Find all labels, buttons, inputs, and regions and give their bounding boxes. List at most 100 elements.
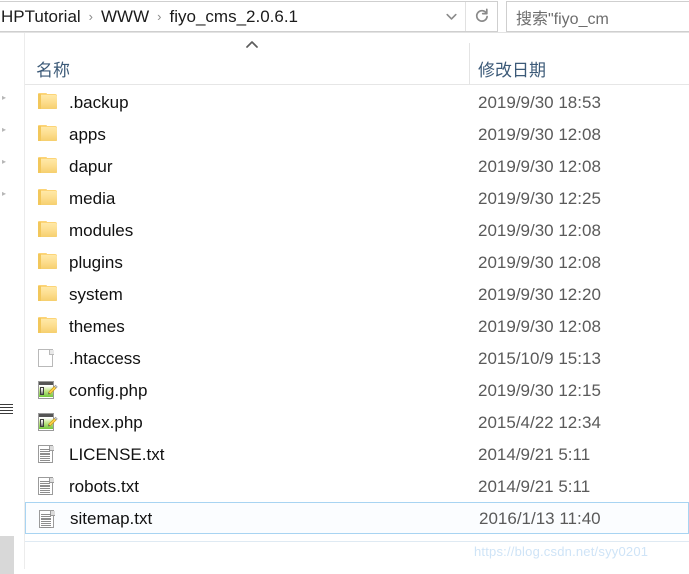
text-file-icon [38,477,55,496]
table-row[interactable]: robots.txt 2014/9/21 5:11 [25,470,689,502]
file-name: system [69,284,123,304]
breadcrumb-item[interactable]: fiyo_cms_2.0.6.1 [169,8,300,25]
breadcrumb-item[interactable]: HPTutorial [0,8,82,25]
text-file-icon [38,445,55,464]
column-header-name-label: 名称 [36,61,70,80]
folder-icon [38,157,58,174]
address-bar[interactable]: HPTutorial › WWW › fiyo_cms_2.0.6.1 [0,1,498,32]
folder-icon [38,93,58,110]
navigation-scrollbar-thumb[interactable] [0,536,14,574]
refresh-icon [475,8,488,22]
file-icon-cell [38,413,58,432]
folder-icon [38,285,58,302]
table-row[interactable]: LICENSE.txt 2014/9/21 5:11 [25,438,689,470]
file-name: themes [69,316,125,336]
table-row[interactable]: apps 2019/9/30 12:08 [25,118,689,150]
file-name: index.php [69,412,143,432]
table-row[interactable]: modules 2019/9/30 12:08 [25,214,689,246]
file-date-modified: 2019/9/30 12:08 [478,252,601,272]
file-name: plugins [69,252,123,272]
address-history-dropdown-button[interactable] [437,2,465,31]
file-date-modified: 2019/9/30 12:08 [478,220,601,240]
file-icon-cell [38,221,58,240]
column-header-date-label: 修改日期 [478,61,546,80]
file-date-modified: 2016/1/13 11:40 [479,508,601,528]
table-row[interactable]: config.php 2019/9/30 12:15 [25,374,689,406]
folder-icon [38,253,58,270]
table-row[interactable]: dapur 2019/9/30 12:08 [25,150,689,182]
table-row[interactable]: .backup 2019/9/30 18:53 [25,86,689,118]
file-icon-cell [38,125,58,144]
file-date-modified: 2014/9/21 5:11 [478,476,591,496]
table-row[interactable]: .htaccess 2015/10/9 15:13 [25,342,689,374]
folder-icon [38,221,58,238]
table-row[interactable]: media 2019/9/30 12:25 [25,182,689,214]
file-name: apps [69,124,106,144]
file-name: LICENSE.txt [69,444,165,464]
file-date-modified: 2015/10/9 15:13 [478,348,601,368]
php-file-icon [38,413,58,432]
file-icon-cell [38,381,58,400]
file-icon-cell [38,285,58,304]
file-explorer-window: HPTutorial › WWW › fiyo_cms_2.0.6.1 搜索"fiyo_… [0,0,689,574]
table-row[interactable]: plugins 2019/9/30 12:08 [25,246,689,278]
file-name: dapur [69,156,113,176]
table-row[interactable]: themes 2019/9/30 12:08 [25,310,689,342]
table-row-selected[interactable]: sitemap.txt 2016/1/13 11:40 [25,502,689,534]
file-name: media [69,188,116,208]
file-date-modified: 2015/4/22 12:34 [478,412,601,432]
file-icon-cell [38,157,58,176]
php-file-icon [38,381,58,400]
navigation-pane-edge: ▸ ▸ ▸ ▸ [0,33,24,574]
file-icon-cell [38,317,58,336]
file-date-modified: 2014/9/21 5:11 [478,444,591,464]
tree-expander-arrow[interactable]: ▸ [2,94,10,102]
folder-icon [38,189,58,206]
file-date-modified: 2019/9/30 12:08 [478,156,601,176]
refresh-button[interactable] [465,2,497,31]
breadcrumb-item[interactable]: WWW [100,8,150,25]
file-name: config.php [69,380,148,400]
breadcrumb: HPTutorial › WWW › fiyo_cms_2.0.6.1 [0,8,299,25]
file-icon-cell [38,349,58,368]
address-toolbar: HPTutorial › WWW › fiyo_cms_2.0.6.1 搜索"fiyo_… [0,0,689,33]
file-name: robots.txt [69,476,139,496]
folder-icon [38,125,58,142]
file-name: .htaccess [69,348,141,368]
file-date-modified: 2019/9/30 12:08 [478,124,601,144]
column-header-name[interactable]: 名称 [36,56,70,81]
file-name: modules [69,220,134,240]
file-icon-cell [38,93,58,112]
tree-expander-arrow[interactable]: ▸ [2,190,10,198]
chevron-down-icon [445,13,457,20]
breadcrumb-separator: › [88,9,94,24]
table-row[interactable]: index.php 2015/4/22 12:34 [25,406,689,438]
folder-icon [38,317,58,334]
file-date-modified: 2019/9/30 18:53 [478,92,601,112]
file-list: .backup 2019/9/30 18:53 apps 2019/9/30 12:0… [25,86,689,546]
search-input-placeholder: 搜索"fiyo_cm [516,10,609,28]
breadcrumb-separator: › [157,9,162,24]
search-box[interactable]: 搜索"fiyo_cm [506,1,689,32]
file-icon-cell [38,189,58,208]
watermark-text: https://blog.csdn.net/syy0201 [474,544,649,559]
file-date-modified: 2019/9/30 12:20 [478,284,601,304]
tree-expander-arrow[interactable]: ▸ [2,158,10,166]
file-icon-cell [39,510,59,529]
file-icon-cell [38,477,58,496]
column-header-row: 名称 修改日期 [25,33,689,85]
file-name: sitemap.txt [70,508,153,528]
file-icon-cell [38,445,58,464]
file-icon-cell [38,253,58,272]
column-header-date-modified[interactable]: 修改日期 [478,56,546,81]
list-bottom-divider [25,541,689,542]
table-row[interactable]: system 2019/9/30 12:20 [25,278,689,310]
text-file-icon [39,510,56,529]
tree-expander-arrow[interactable]: ▸ [2,126,10,134]
blank-file-icon [38,349,55,368]
file-date-modified: 2019/9/30 12:25 [478,188,601,208]
sort-ascending-caret-icon [246,41,258,48]
column-separator[interactable] [469,43,470,85]
file-date-modified: 2019/9/30 12:15 [478,380,601,400]
file-date-modified: 2019/9/30 12:08 [478,316,601,336]
